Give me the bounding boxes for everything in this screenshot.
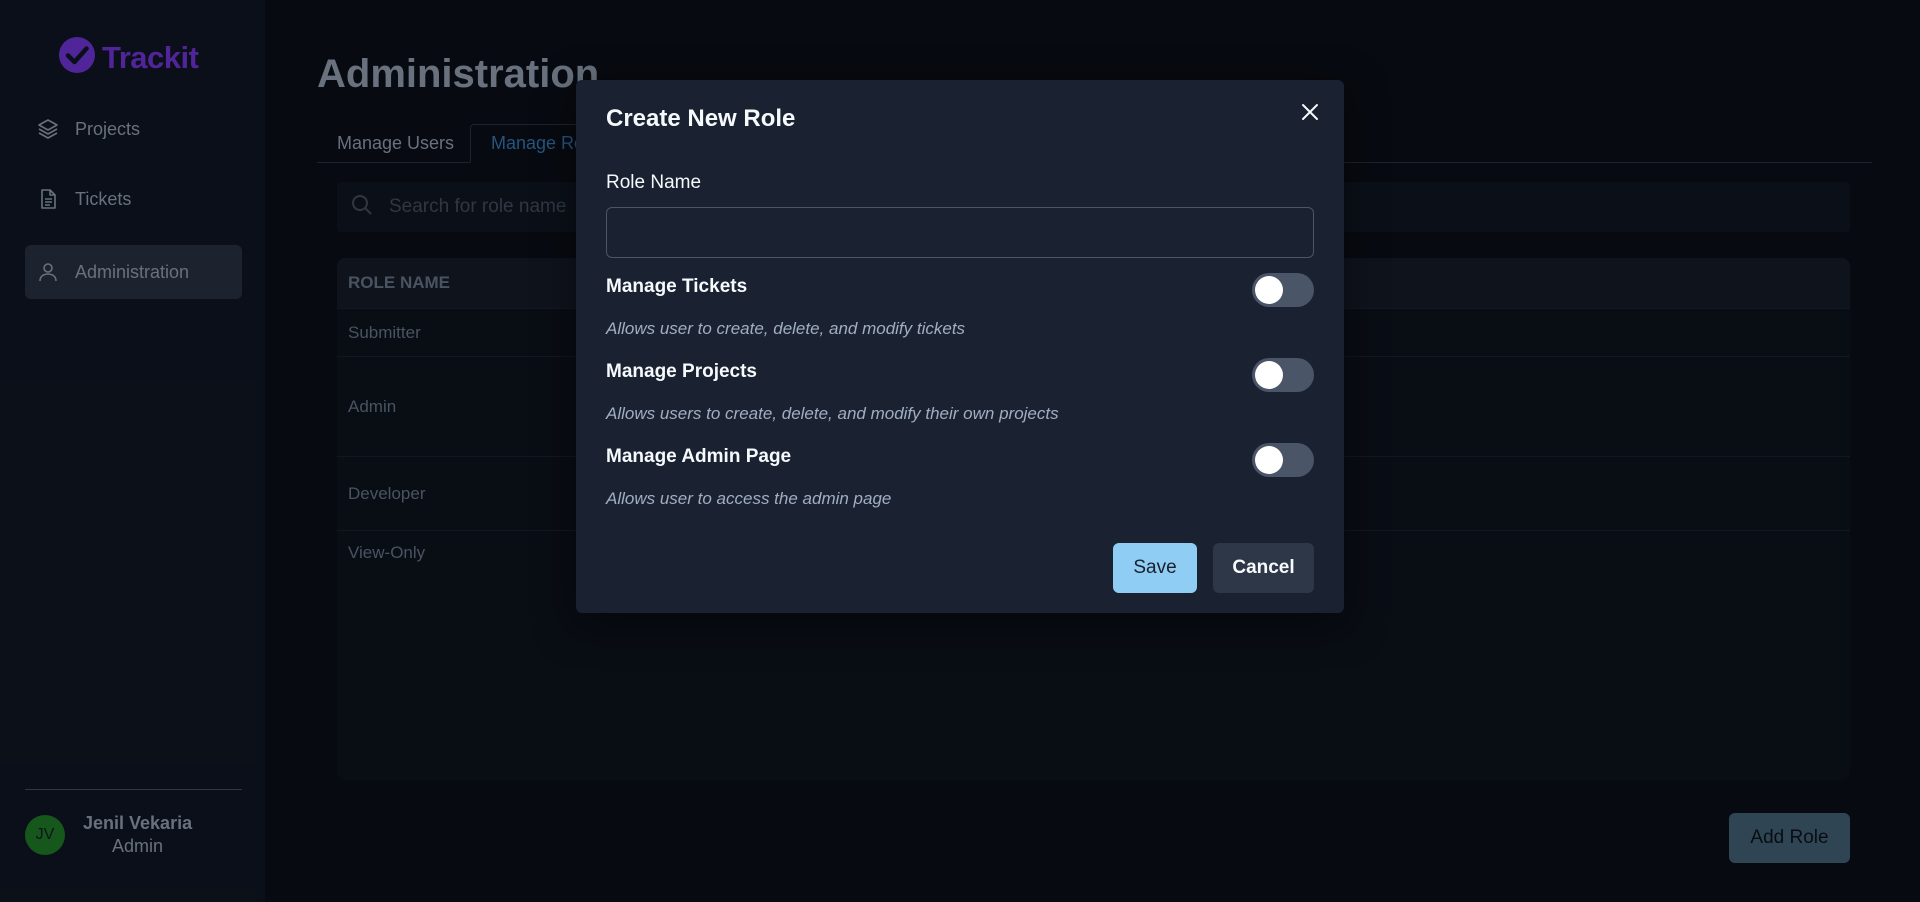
toggle-knob xyxy=(1255,446,1283,474)
role-name-label: Role Name xyxy=(606,172,702,193)
permission-title: Manage Tickets xyxy=(606,276,748,297)
toggle-knob xyxy=(1255,276,1283,304)
permission-description: Allows user to create, delete, and modif… xyxy=(606,319,966,338)
permission-description: Allows users to create, delete, and modi… xyxy=(606,404,1059,423)
manage-tickets-toggle[interactable] xyxy=(1252,273,1314,307)
create-role-modal: Create New Role Role Name Manage Tickets… xyxy=(576,80,1344,613)
permission-title: Manage Admin Page xyxy=(606,446,792,467)
cancel-button[interactable]: Cancel xyxy=(1213,543,1314,593)
toggle-knob xyxy=(1255,361,1283,389)
close-icon xyxy=(1301,103,1319,126)
permission-title: Manage Projects xyxy=(606,361,757,382)
save-button[interactable]: Save xyxy=(1113,543,1197,593)
permission-description: Allows user to access the admin page xyxy=(606,489,892,508)
role-name-input[interactable] xyxy=(606,207,1314,258)
manage-admin-page-toggle[interactable] xyxy=(1252,443,1314,477)
close-button[interactable] xyxy=(1294,98,1326,130)
modal-title: Create New Role xyxy=(606,105,796,132)
manage-projects-toggle[interactable] xyxy=(1252,358,1314,392)
